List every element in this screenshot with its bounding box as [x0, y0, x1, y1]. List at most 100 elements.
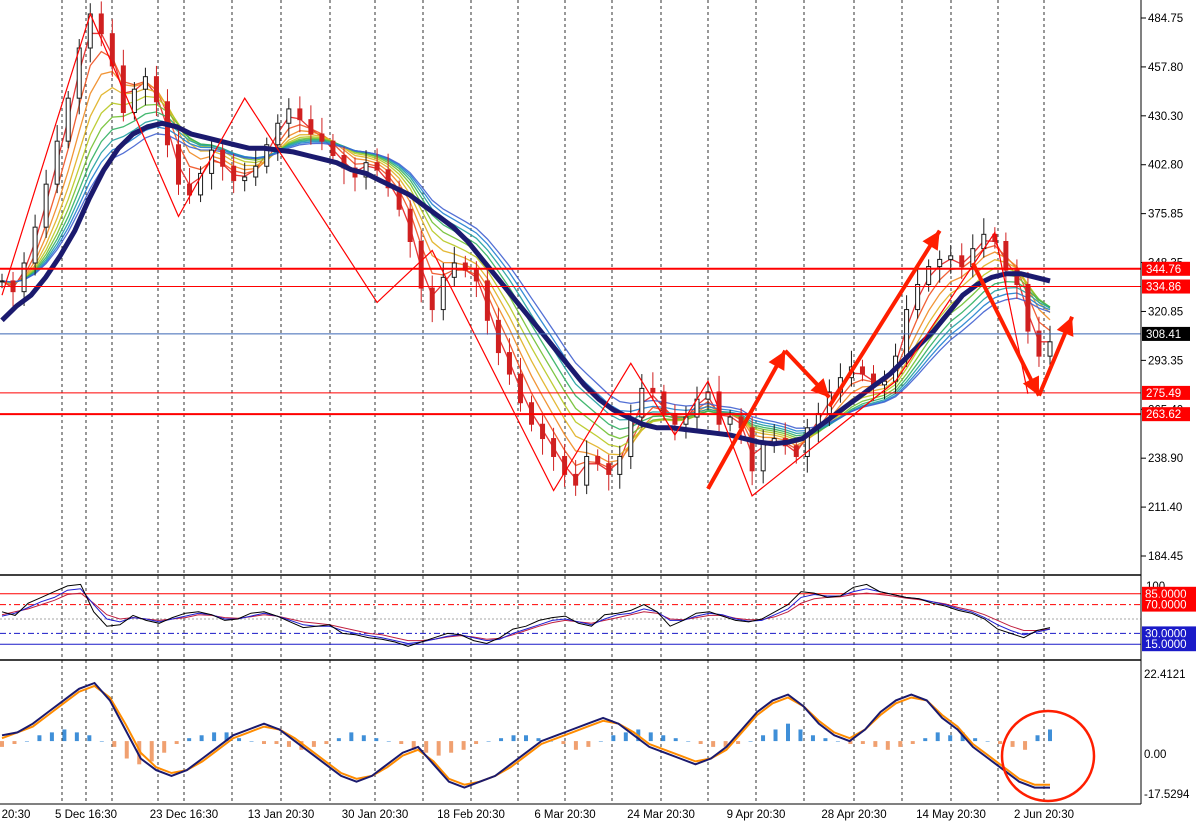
- macd-hist-bar: [923, 738, 928, 742]
- candle-body: [231, 165, 237, 182]
- macd-tick-label: 0.00: [1144, 749, 1166, 761]
- candle-body: [617, 455, 623, 475]
- macd-hist-bar: [748, 741, 753, 742]
- macd-hist-bar: [436, 741, 441, 756]
- time-label: 14 May 20:30: [916, 809, 986, 821]
- candle-body: [1036, 330, 1042, 357]
- candle-body: [959, 255, 965, 268]
- candle-body: [43, 183, 49, 228]
- macd-hist-bar: [860, 741, 865, 744]
- macd-hist-bar: [162, 741, 167, 753]
- time-label: 23 Dec 16:30: [150, 809, 218, 821]
- candle-body: [21, 262, 27, 293]
- macd-hist-bar: [686, 741, 691, 742]
- candle-body: [407, 208, 413, 242]
- macd-hist-bar: [985, 741, 990, 742]
- macd-hist-bar: [49, 732, 54, 742]
- macd-hist-bar: [87, 735, 92, 742]
- candle-body: [595, 455, 601, 465]
- candle-body: [319, 133, 325, 142]
- macd-hist-bar: [112, 741, 117, 747]
- macd-hist-bar: [424, 741, 429, 753]
- macd-hist-bar: [399, 741, 404, 744]
- macd-hist-bar: [948, 735, 953, 742]
- time-label: 24 Mar 20:30: [627, 809, 695, 821]
- macd-hist-bar: [524, 735, 528, 742]
- macd-hist-bar: [324, 741, 329, 744]
- macd-hist-bar: [611, 735, 616, 742]
- macd-hist-bar: [24, 741, 29, 742]
- macd-tick-label: 22.4121: [1144, 669, 1186, 681]
- macd-hist-bar: [99, 741, 104, 742]
- macd-hist-bar: [286, 741, 291, 747]
- price-tick-label: 320.85: [1148, 306, 1183, 318]
- candle-body: [948, 255, 954, 260]
- macd-hist-bar: [998, 741, 1003, 744]
- candle-body: [1025, 283, 1031, 332]
- macd-hist-bar: [623, 732, 628, 742]
- macd-hist-bar: [262, 741, 266, 744]
- macd-hist-bar: [773, 729, 778, 742]
- macd-hist-bar: [149, 741, 154, 762]
- candle-body: [495, 319, 501, 354]
- macd-hist-bar: [37, 735, 42, 742]
- macd-hist-bar: [187, 738, 192, 742]
- candle-body: [142, 76, 148, 90]
- candle-body: [859, 366, 865, 375]
- macd-hist-bar: [212, 732, 217, 742]
- candle-body: [418, 240, 424, 289]
- macd-hist-bar: [486, 741, 491, 742]
- time-label: 9 Apr 20:30: [727, 809, 786, 821]
- candle-body: [1047, 341, 1053, 357]
- candle-body: [98, 13, 104, 35]
- macd-hist-bar: [898, 741, 903, 747]
- macd-hist-bar: [374, 738, 379, 742]
- price-tick-label: 484.75: [1148, 13, 1183, 25]
- macd-hist-bar: [361, 735, 366, 742]
- candle-body: [0, 280, 5, 283]
- candle-body: [473, 269, 479, 282]
- macd-hist-bar: [661, 735, 666, 742]
- macd-hist-bar: [598, 741, 603, 742]
- macd-hist-bar: [673, 738, 678, 742]
- candle-body: [65, 97, 71, 142]
- candle-body: [32, 226, 38, 264]
- candle-body: [606, 463, 612, 475]
- macd-hist-bar: [1035, 735, 1040, 742]
- candle-body: [176, 144, 182, 185]
- macd-hist-bar: [885, 741, 890, 750]
- candle-body: [727, 416, 733, 425]
- candle-body: [275, 122, 281, 146]
- price-tick-label: 293.35: [1148, 355, 1183, 367]
- current-price-label: 308.41: [1146, 329, 1181, 341]
- candle-body: [440, 276, 446, 311]
- candle-body: [517, 373, 523, 404]
- candle-body: [242, 176, 248, 182]
- macd-hist-bar: [174, 741, 179, 744]
- macd-hist-bar: [973, 738, 978, 742]
- macd-hist-bar: [648, 732, 653, 742]
- macd-hist-bar: [835, 741, 840, 742]
- candle-body: [937, 258, 943, 268]
- candle-body: [451, 262, 457, 278]
- candle-body: [131, 88, 137, 114]
- macd-hist-bar: [761, 735, 766, 742]
- macd-hist-bar: [249, 741, 254, 742]
- time-label: 2 Jun 20:30: [1014, 809, 1074, 821]
- time-label: 5 Dec 16:30: [55, 809, 117, 821]
- time-label: 13 Jan 20:30: [248, 809, 315, 821]
- macd-hist-bar: [1010, 741, 1015, 747]
- macd-hist-bar: [561, 741, 566, 744]
- time-label: 6 Mar 20:30: [534, 809, 595, 821]
- candle-body: [661, 391, 667, 414]
- macd-hist-bar: [511, 735, 516, 742]
- candle-body: [793, 445, 799, 457]
- macd-hist-bar: [823, 738, 828, 742]
- macd-hist-bar: [0, 741, 4, 747]
- macd-hist-bar: [199, 735, 204, 742]
- macd-hist-bar: [12, 741, 17, 744]
- macd-hist-bar: [873, 741, 878, 747]
- macd-hist-bar: [461, 741, 466, 750]
- candle-body: [650, 387, 656, 393]
- time-label: 20:30: [2, 809, 31, 821]
